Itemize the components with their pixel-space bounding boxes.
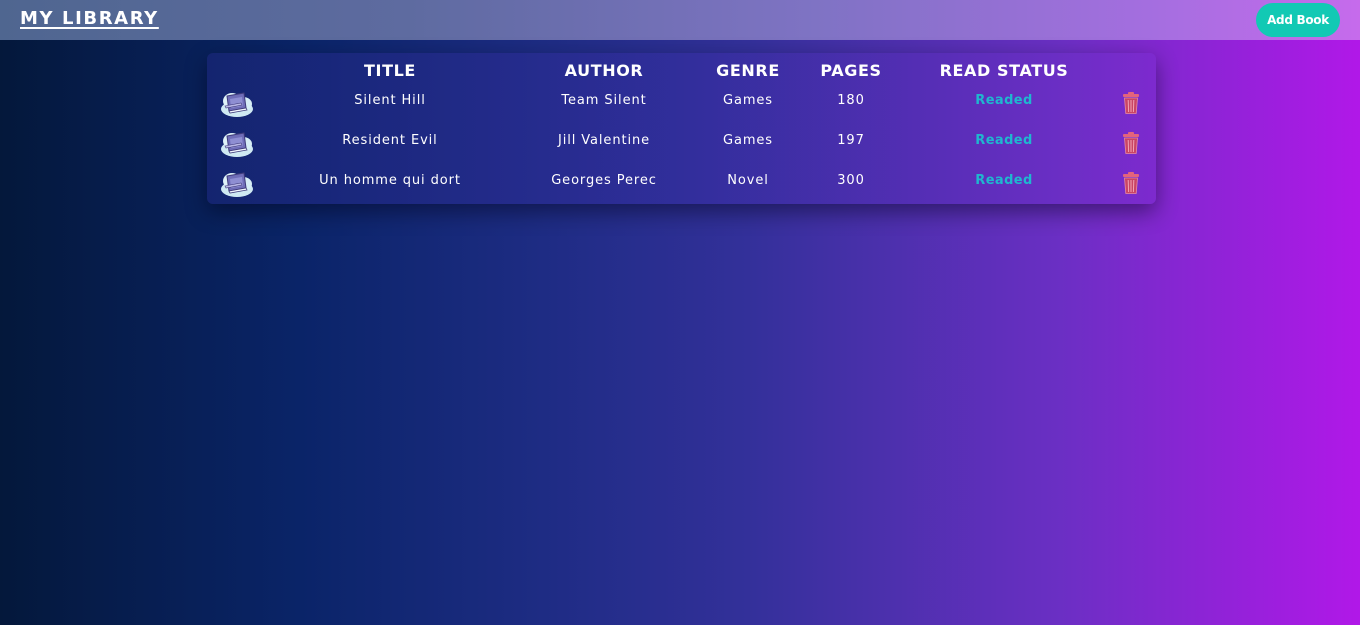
book-pages: 180 <box>837 93 865 108</box>
read-status-toggle[interactable]: Readed <box>975 173 1032 188</box>
book-author: Team Silent <box>561 93 647 108</box>
book-genre: Games <box>723 93 773 108</box>
book-stack-icon <box>221 92 253 117</box>
library-table: TITLE AUTHOR GENRE PAGES READ STATUS Sil… <box>207 53 1156 204</box>
book-pages: 300 <box>837 173 865 188</box>
book-stack-icon <box>221 132 253 157</box>
table-row: Silent Hill Team Silent Games 180 Readed <box>207 83 1156 123</box>
header-title: TITLE <box>364 61 416 80</box>
header-read-status: READ STATUS <box>939 61 1069 80</box>
book-author: Jill Valentine <box>557 133 651 148</box>
header-author: AUTHOR <box>564 61 644 80</box>
app-title[interactable]: MY LIBRARY <box>20 8 159 29</box>
book-stack-icon <box>221 172 253 197</box>
top-navbar: MY LIBRARY Add Book <box>0 0 1360 40</box>
trash-icon[interactable] <box>1121 91 1141 115</box>
read-status-toggle[interactable]: Readed <box>975 133 1032 148</box>
book-author: Georges Perec <box>551 173 657 188</box>
book-title: Resident Evil <box>342 133 438 148</box>
read-status-toggle[interactable]: Readed <box>975 93 1032 108</box>
table-row: Resident Evil Jill Valentine Games 197 R… <box>207 123 1156 163</box>
book-title: Silent Hill <box>354 93 426 108</box>
add-book-button[interactable]: Add Book <box>1256 3 1340 37</box>
book-genre: Novel <box>727 173 769 188</box>
header-genre: GENRE <box>716 61 780 80</box>
table-row: Un homme qui dort Georges Perec Novel 30… <box>207 163 1156 203</box>
header-pages: PAGES <box>820 61 882 80</box>
book-title: Un homme qui dort <box>319 173 461 188</box>
book-genre: Games <box>723 133 773 148</box>
trash-icon[interactable] <box>1121 171 1141 195</box>
trash-icon[interactable] <box>1121 131 1141 155</box>
book-pages: 197 <box>837 133 865 148</box>
